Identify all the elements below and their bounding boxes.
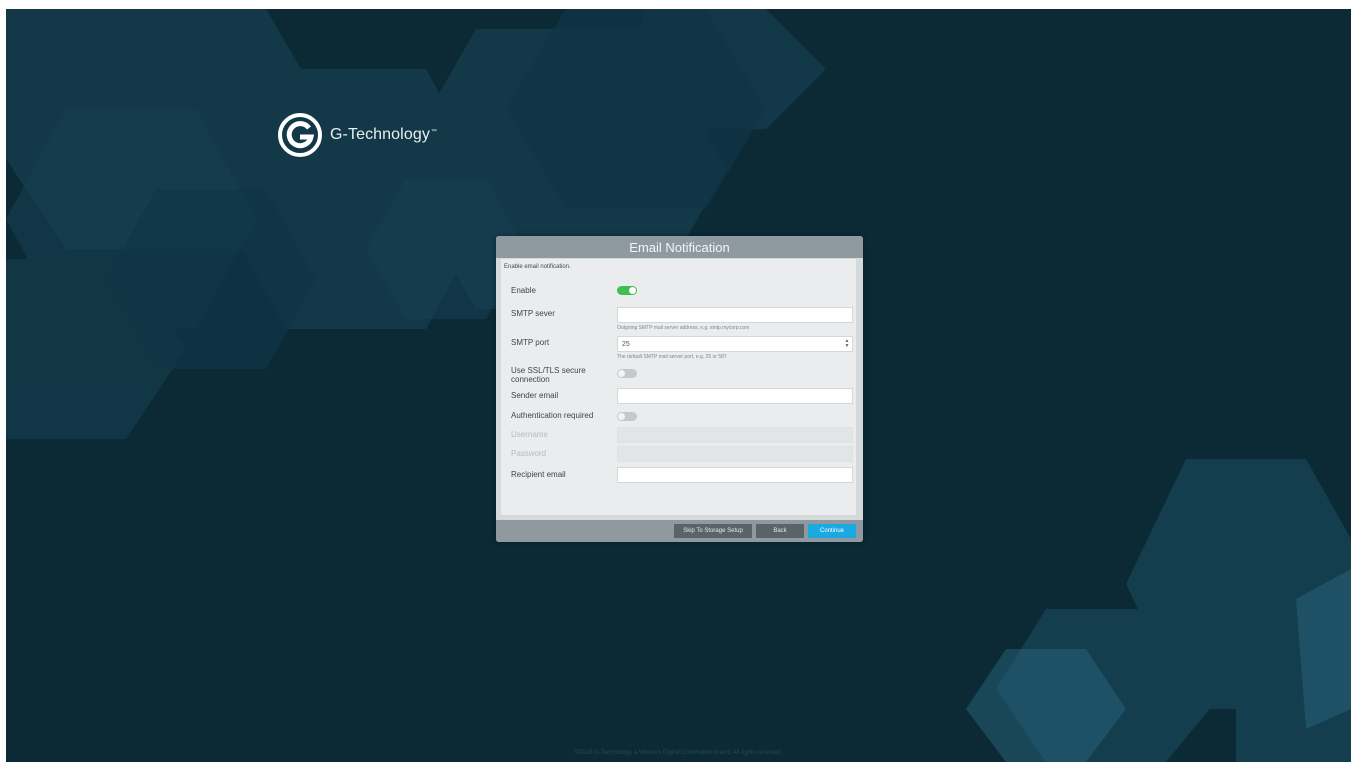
- smtp-server-hint: Outgoing SMTP mail server address, e.g. …: [617, 325, 750, 331]
- dialog-intro-text: Enable email notification.: [504, 264, 571, 270]
- stepper-down-icon[interactable]: ▼: [845, 344, 850, 349]
- brand-logo: G-Technology™: [278, 113, 437, 157]
- recipient-email-label: Recipient email: [511, 470, 566, 479]
- sender-email-input[interactable]: [617, 388, 853, 404]
- background-stage: G-Technology™ Email Notification Enable …: [6, 9, 1351, 762]
- enable-toggle[interactable]: [617, 286, 637, 295]
- username-label: Username: [511, 430, 548, 439]
- smtp-server-label: SMTP sever: [511, 309, 555, 318]
- copyright-text: ©2016 G-Technology, a Western Digital Co…: [574, 750, 783, 756]
- continue-button[interactable]: Continue: [808, 524, 856, 538]
- password-input[interactable]: [617, 446, 853, 462]
- skip-to-storage-setup-button[interactable]: Skip To Storage Setup: [674, 524, 752, 538]
- smtp-port-hint: The default SMTP mail server port, e.g. …: [617, 354, 727, 360]
- auth-label: Authentication required: [511, 411, 594, 420]
- dialog-footer: Skip To Storage Setup Back Continue: [496, 520, 863, 542]
- sender-email-label: Sender email: [511, 391, 559, 400]
- smtp-port-value: 25: [622, 341, 630, 348]
- toggle-knob: [618, 413, 625, 420]
- ssl-label: Use SSL/TLS secure connection: [511, 366, 586, 384]
- smtp-server-input[interactable]: [617, 307, 853, 323]
- dialog-body: Enable email notification. Enable SMTP s…: [501, 259, 856, 515]
- toggle-knob: [629, 287, 636, 294]
- smtp-port-input[interactable]: 25 ▲ ▼: [617, 336, 853, 352]
- ssl-toggle[interactable]: [617, 369, 637, 378]
- brand-name: G-Technology™: [330, 126, 438, 143]
- back-button[interactable]: Back: [756, 524, 804, 538]
- email-notification-dialog: Email Notification Enable email notifica…: [496, 236, 863, 542]
- recipient-email-input[interactable]: [617, 467, 853, 483]
- username-input[interactable]: [617, 427, 853, 443]
- port-stepper[interactable]: ▲ ▼: [843, 338, 851, 350]
- password-label: Password: [511, 449, 547, 458]
- dialog-title: Email Notification: [496, 236, 863, 258]
- enable-label: Enable: [511, 286, 536, 295]
- smtp-port-label: SMTP port: [511, 338, 550, 347]
- g-technology-logo-icon: [278, 113, 322, 157]
- toggle-knob: [618, 370, 625, 377]
- auth-toggle[interactable]: [617, 412, 637, 421]
